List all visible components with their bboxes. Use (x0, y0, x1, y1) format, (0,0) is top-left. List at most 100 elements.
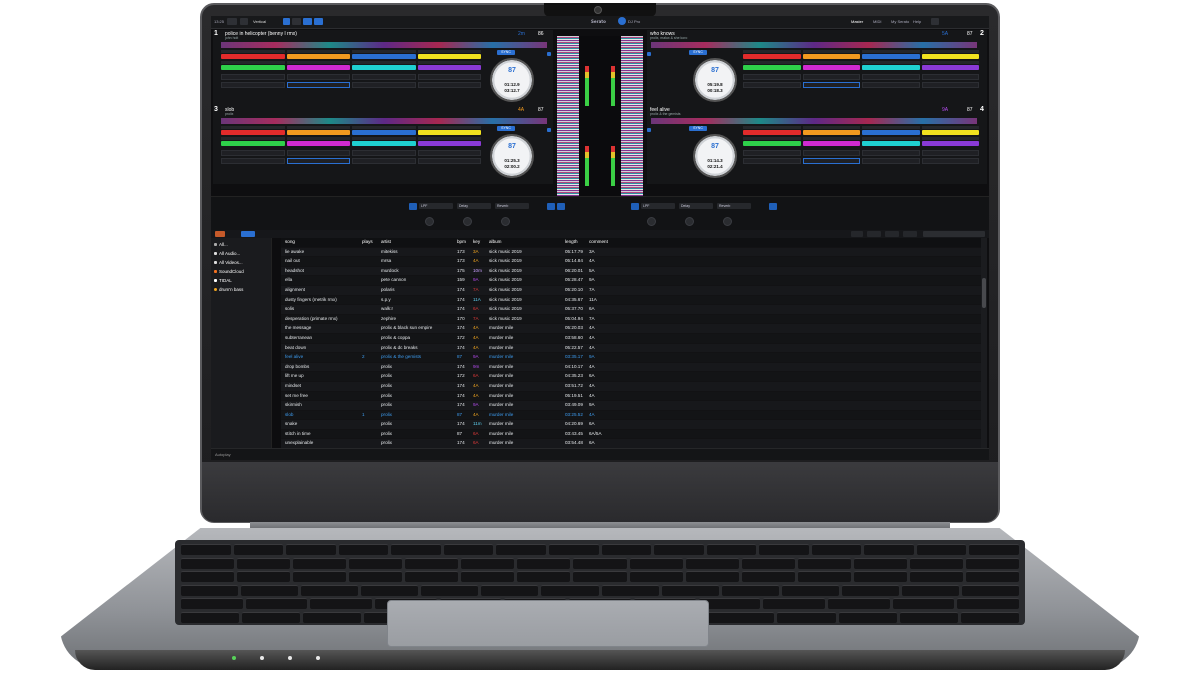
column-header-artist[interactable]: artist (381, 238, 457, 247)
key[interactable] (237, 557, 291, 569)
key[interactable] (481, 584, 539, 596)
key[interactable] (797, 557, 851, 569)
cue-row-1[interactable] (743, 130, 979, 135)
table-row[interactable]: slob 1 prolix 87 4A murder mile 03:25.52 4A (281, 410, 981, 421)
record-button[interactable] (227, 18, 237, 25)
key[interactable] (965, 557, 1019, 569)
track-overview[interactable] (221, 42, 547, 48)
table-row[interactable]: snake prolix 174 11m murder mile 04:20.69 6A (281, 420, 981, 430)
key[interactable] (286, 544, 336, 555)
key[interactable] (496, 544, 546, 555)
key[interactable] (706, 544, 757, 555)
center-waveforms[interactable] (557, 36, 643, 196)
scroll-thumb[interactable] (982, 278, 986, 308)
key[interactable] (181, 598, 243, 609)
key[interactable] (573, 571, 627, 582)
sidebar-item-tidal[interactable]: TIDAL (214, 278, 232, 283)
key[interactable] (181, 611, 240, 623)
loop-row[interactable] (743, 150, 979, 156)
fx2-knob-1[interactable] (647, 217, 656, 226)
sidebar-item-crate[interactable]: drum'n bass (214, 287, 243, 292)
tempo-slider[interactable] (647, 52, 651, 56)
layout-button[interactable] (283, 18, 290, 25)
column-header-key[interactable]: key (473, 238, 489, 247)
key[interactable] (461, 557, 515, 569)
key[interactable] (962, 584, 1020, 596)
loop-row-2[interactable] (221, 82, 481, 88)
table-row[interactable]: lie awake mitekiss 173 3A sick music 2019 05:… (281, 247, 981, 258)
key[interactable] (629, 571, 683, 582)
key[interactable] (781, 584, 839, 596)
key[interactable] (797, 571, 851, 582)
fx1-knob-2[interactable] (463, 217, 472, 226)
key[interactable] (892, 598, 955, 609)
fx2-knob-2[interactable] (685, 217, 694, 226)
key[interactable] (969, 544, 1019, 555)
key[interactable] (901, 584, 960, 596)
sync-button[interactable]: SYNC (689, 50, 707, 55)
table-row[interactable]: subterranean prolix & coppa 172 4A murder mi… (281, 333, 981, 344)
key[interactable] (405, 557, 459, 569)
fx-toggle-button[interactable] (292, 18, 301, 25)
key[interactable] (245, 598, 308, 609)
deck-platter[interactable]: 87 01:25.3 02:00.2 (490, 134, 534, 178)
cue-row-1[interactable] (743, 54, 979, 59)
key[interactable] (181, 584, 239, 596)
cue-row-1[interactable] (221, 54, 481, 59)
fx1-slot-2[interactable]: Delay (457, 203, 491, 209)
dj-toggle-button[interactable] (314, 18, 323, 25)
loop-row[interactable] (221, 150, 481, 156)
tempo-slider[interactable] (647, 128, 651, 132)
cue-row-2[interactable] (743, 65, 979, 70)
top-button-help[interactable]: Help (913, 19, 921, 24)
key[interactable] (864, 544, 914, 555)
key[interactable] (777, 611, 836, 623)
fx1-toggle[interactable] (409, 203, 417, 210)
column-header-song[interactable]: song (281, 238, 362, 247)
sync-button[interactable]: SYNC (497, 50, 515, 55)
key[interactable] (916, 544, 967, 555)
fx2-slot-2[interactable]: Delay (679, 203, 713, 209)
key[interactable] (391, 544, 441, 555)
key[interactable] (349, 557, 403, 569)
key[interactable] (741, 571, 795, 582)
table-row[interactable]: beat down prolix & dc breaks 174 4A murder m… (281, 343, 981, 354)
key[interactable] (443, 544, 494, 555)
cue-row-2[interactable] (743, 141, 979, 146)
sync-button[interactable]: SYNC (497, 126, 515, 131)
sync-button[interactable]: SYNC (689, 126, 707, 131)
key[interactable] (338, 544, 389, 555)
key[interactable] (303, 611, 362, 623)
fx1-knob-3[interactable] (501, 217, 510, 226)
library-scrollbar[interactable] (981, 238, 987, 448)
cue-row-1[interactable] (221, 130, 481, 135)
key[interactable] (960, 611, 1019, 623)
table-row[interactable]: feel alive 2 prolix & the gemists 87 9A murde… (281, 353, 981, 363)
deck-platter[interactable]: 87 01:14.3 02:21.4 (693, 134, 737, 178)
prepare-button[interactable] (885, 231, 899, 237)
key[interactable] (763, 598, 825, 609)
key[interactable] (517, 571, 571, 582)
key[interactable] (759, 544, 809, 555)
view-mode-select[interactable]: Vertical (253, 19, 266, 24)
loop-row[interactable] (221, 74, 481, 80)
key[interactable] (853, 571, 907, 582)
table-row[interactable]: solis walk:r 174 6A sick music 2019 05:37.70 6… (281, 305, 981, 315)
sidebar-item-all[interactable]: All... (214, 242, 228, 247)
fx2-assign-1[interactable] (769, 203, 777, 210)
key[interactable] (361, 584, 419, 596)
search-input[interactable] (923, 231, 985, 237)
cue-row-2[interactable] (221, 65, 481, 70)
gear-icon[interactable] (931, 18, 939, 25)
key[interactable] (827, 598, 890, 609)
key[interactable] (909, 571, 963, 582)
column-header-bpm[interactable]: bpm (457, 238, 473, 247)
table-row[interactable]: skirmish prolix 174 9A murder mile 03:49.09 9A (281, 401, 981, 411)
table-row[interactable]: ella pete cannon 159 9A sick music 2019 05:28… (281, 276, 981, 286)
deck-platter[interactable]: 87 05:19.8 00:18.3 (693, 58, 737, 102)
fx1-assign-2[interactable] (557, 203, 565, 210)
fx1-slot-3[interactable]: Reverb (495, 203, 529, 209)
key[interactable] (957, 598, 1019, 609)
column-header-length[interactable]: length (565, 238, 589, 247)
key[interactable] (841, 584, 899, 596)
